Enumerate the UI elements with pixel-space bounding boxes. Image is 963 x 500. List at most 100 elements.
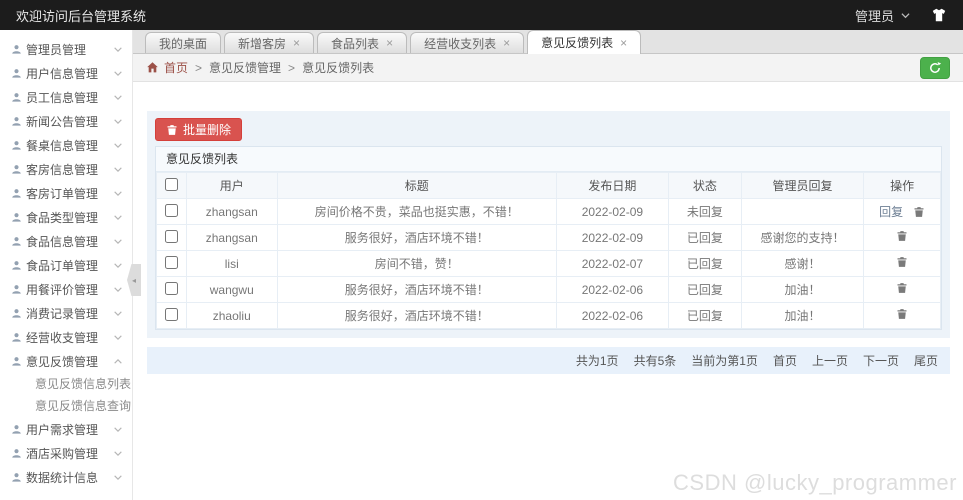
sidebar-item-dining-review[interactable]: 用餐评价管理 — [0, 277, 132, 301]
breadcrumb-separator: > — [195, 60, 203, 75]
cell-reply: 加油！ — [740, 302, 865, 329]
row-checkbox[interactable] — [164, 281, 178, 295]
cell-status: 已回复 — [667, 224, 742, 251]
content-area: 批量删除 意见反馈列表 用户 标题 发布日期 状态 管理员回复 操作 zhang… — [133, 82, 963, 500]
sidebar-item-staff-info[interactable]: 员工信息管理 — [0, 85, 132, 109]
pagination-total-items: 共有5条 — [633, 354, 677, 368]
user-icon — [11, 424, 22, 435]
chevron-down-icon — [113, 69, 123, 78]
table-row: zhangsan 房间价格不贵，菜品也挺实惠，不错！ 2022-02-09 未回… — [156, 198, 941, 225]
cell-title: 服务很好，酒店环境不错！ — [276, 302, 557, 329]
sidebar-item-purchase[interactable]: 酒店采购管理 — [0, 441, 132, 465]
close-icon[interactable]: × — [386, 37, 393, 49]
header-checkbox-cell — [156, 172, 187, 199]
pagination-current: 当前为第1页 — [691, 354, 758, 368]
user-icon — [11, 212, 22, 223]
breadcrumb-section[interactable]: 意见反馈管理 — [209, 59, 281, 76]
sidebar-item-consume-record[interactable]: 消费记录管理 — [0, 301, 132, 325]
user-icon — [11, 472, 22, 483]
user-menu-label: 管理员 — [854, 8, 894, 24]
row-checkbox[interactable] — [164, 307, 178, 321]
pagination-bar: 共为1页 共有5条 当前为第1页 首页 上一页 下一页 尾页 — [147, 347, 950, 374]
sidebar-item-revenue[interactable]: 经营收支管理 — [0, 325, 132, 349]
sidebar-item-room-info[interactable]: 客房信息管理 — [0, 157, 132, 181]
close-icon[interactable]: × — [293, 37, 300, 49]
sidebar-item-food-info[interactable]: 食品信息管理 — [0, 229, 132, 253]
row-checkbox[interactable] — [164, 255, 178, 269]
sidebar-item-food-order[interactable]: 食品订单管理 — [0, 253, 132, 277]
user-icon — [11, 140, 22, 151]
tab-my-desktop[interactable]: 我的桌面 — [145, 32, 222, 53]
user-icon — [11, 68, 22, 79]
chevron-down-icon — [113, 189, 123, 198]
tab-new-room[interactable]: 新增客房 × — [224, 32, 315, 53]
cell-reply — [740, 198, 865, 225]
sidebar-item-statistics[interactable]: 数据统计信息 — [0, 465, 132, 489]
close-icon[interactable]: × — [503, 37, 510, 49]
trash-icon — [896, 230, 908, 242]
sidebar-item-food-type[interactable]: 食品类型管理 — [0, 205, 132, 229]
header-user: 用户 — [185, 172, 278, 199]
cell-date: 2022-02-09 — [555, 198, 669, 225]
sidebar-item-user-demand[interactable]: 用户需求管理 — [0, 417, 132, 441]
trash-icon — [896, 308, 908, 320]
breadcrumb-home[interactable]: 首页 — [146, 59, 188, 76]
tab-food-list[interactable]: 食品列表 × — [317, 32, 408, 53]
sidebar-item-user-info[interactable]: 用户信息管理 — [0, 61, 132, 85]
sidebar-item-news[interactable]: 新闻公告管理 — [0, 109, 132, 133]
table-row: lisi 房间不错，赞！ 2022-02-07 已回复 感谢！ — [156, 250, 941, 277]
header-date: 发布日期 — [555, 172, 669, 199]
pagination-first[interactable]: 首页 — [773, 352, 797, 369]
tshirt-icon — [931, 7, 947, 23]
delete-row-button[interactable] — [896, 308, 908, 320]
cell-title: 房间价格不贵，菜品也挺实惠，不错！ — [276, 198, 557, 225]
chevron-down-icon — [113, 93, 123, 102]
chevron-down-icon — [113, 285, 123, 294]
cell-reply: 感谢您的支持！ — [740, 224, 865, 251]
batch-delete-button[interactable]: 批量删除 — [155, 118, 243, 141]
select-all-checkbox[interactable] — [164, 177, 178, 191]
theme-skin-button[interactable] — [931, 7, 947, 23]
sidebar-subitem-feedback-list[interactable]: 意见反馈信息列表 — [0, 373, 132, 395]
tab-revenue-list[interactable]: 经营收支列表 × — [410, 32, 525, 53]
row-checkbox[interactable] — [164, 203, 178, 217]
table-row: zhaoliu 服务很好，酒店环境不错！ 2022-02-06 已回复 加油！ — [156, 302, 941, 329]
cell-title: 房间不错，赞！ — [276, 250, 557, 277]
breadcrumb-page: 意见反馈列表 — [302, 61, 375, 75]
delete-row-button[interactable] — [896, 282, 908, 294]
close-icon[interactable]: × — [620, 37, 627, 49]
sidebar-item-table-info[interactable]: 餐桌信息管理 — [0, 133, 132, 157]
chevron-down-icon — [113, 165, 123, 174]
breadcrumb: 首页 > 意见反馈管理 > 意见反馈列表 — [133, 54, 963, 82]
table-row: wangwu 服务很好，酒店环境不错！ 2022-02-06 已回复 加油！ — [156, 276, 941, 303]
delete-row-button[interactable] — [896, 256, 908, 268]
tab-feedback-list[interactable]: 意见反馈列表 × — [527, 30, 642, 54]
row-checkbox[interactable] — [164, 229, 178, 243]
user-icon — [11, 44, 22, 55]
user-menu[interactable]: 管理员 — [855, 6, 911, 25]
cell-date: 2022-02-06 — [555, 302, 669, 329]
app-title: 欢迎访问后台管理系统 — [16, 8, 147, 24]
cell-user: zhangsan — [185, 224, 278, 251]
pagination-prev[interactable]: 上一页 — [812, 352, 848, 369]
breadcrumb-separator: > — [288, 60, 296, 75]
sidebar-subitem-feedback-query[interactable]: 意见反馈信息查询 — [0, 395, 132, 417]
delete-row-button[interactable] — [896, 230, 908, 242]
chevron-down-icon — [113, 333, 123, 342]
cell-user: wangwu — [185, 276, 278, 303]
sidebar-item-admin[interactable]: 管理员管理 — [0, 37, 132, 61]
delete-row-button[interactable] — [913, 206, 925, 218]
header-actions: 操作 — [863, 172, 941, 199]
reply-link[interactable]: 回复 — [879, 203, 903, 220]
pagination-last[interactable]: 尾页 — [914, 352, 938, 369]
pagination-total-pages: 共为1页 — [575, 354, 619, 368]
pagination-next[interactable]: 下一页 — [863, 352, 899, 369]
sidebar-item-feedback[interactable]: 意见反馈管理 — [0, 349, 132, 373]
chevron-down-icon — [113, 309, 123, 318]
refresh-button[interactable] — [920, 56, 950, 79]
sidebar-item-room-order[interactable]: 客房订单管理 — [0, 181, 132, 205]
chevron-down-icon — [113, 261, 123, 270]
chevron-down-icon — [113, 141, 123, 150]
chevron-down-icon — [113, 425, 123, 434]
topbar: 欢迎访问后台管理系统 管理员 — [0, 0, 963, 30]
